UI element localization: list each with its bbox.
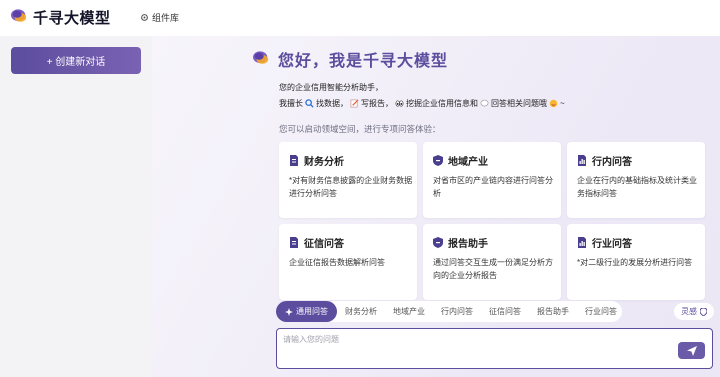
tab-credit-qa[interactable]: 征信问答	[481, 301, 529, 322]
domain-subtitle: 您可以启动领域空间，进行专项问答体验：	[279, 124, 441, 134]
document-icon	[290, 237, 298, 248]
smile-icon	[549, 99, 558, 108]
card-regional-industry[interactable]: 地域产业 对省市区的产业链内容进行问答分析	[423, 142, 561, 218]
domain-tabs: 通用问答 财务分析 地域产业 行内问答 征信问答 报告助手 行业问答	[276, 301, 622, 322]
app-title: 千寻大模型	[33, 10, 111, 27]
chart-doc-icon	[578, 155, 586, 166]
tab-industry-qa[interactable]: 行业问答	[577, 301, 625, 322]
components-link[interactable]: 组件库	[140, 11, 179, 24]
main-area: 您好，我是千寻大模型 您的企业信用智能分析助手， 我擅长 找数据， 写报告， 挖…	[152, 36, 720, 377]
tab-regional-industry[interactable]: 地域产业	[385, 301, 433, 322]
app-logo-icon	[11, 9, 27, 22]
greeting-title: 您好，我是千寻大模型	[278, 53, 449, 70]
card-desc: 通过问答交互生成一份满足分析方向的企业分析报告	[433, 258, 553, 280]
card-desc: 企业征信报告数据解析问答	[289, 258, 385, 267]
card-title: 征信问答	[304, 239, 344, 250]
card-title: 报告助手	[448, 239, 488, 250]
card-credit-qa[interactable]: 征信问答 企业征信报告数据解析问答	[279, 224, 417, 300]
shield-icon	[433, 237, 443, 248]
inspire-button[interactable]: 灵感	[674, 303, 714, 320]
intro-seg-5: ~	[560, 99, 565, 108]
card-desc: *对二级行业的发展分析进行问答	[577, 258, 693, 267]
components-label: 组件库	[152, 13, 180, 23]
tab-report-assistant[interactable]: 报告助手	[529, 301, 577, 322]
memo-icon	[350, 99, 359, 108]
question-input[interactable]	[283, 335, 663, 344]
sparkle-icon	[285, 307, 293, 316]
intro-line-2: 我擅长 找数据， 写报告， 挖掘企业信用信息和 回答相关问题哦 ~	[279, 98, 565, 109]
card-desc: *对有财务信息披露的企业财务数据进行分析问答	[289, 176, 413, 198]
intro-seg-2: 写报告，	[361, 99, 393, 108]
tab-inbank-qa[interactable]: 行内问答	[433, 301, 481, 322]
new-chat-button[interactable]: + 创建新对话	[11, 47, 141, 74]
tab-finance[interactable]: 财务分析	[337, 301, 385, 322]
card-report-assistant[interactable]: 报告助手 通过问答交互生成一份满足分析方向的企业分析报告	[423, 224, 561, 300]
card-desc: 对省市区的产业链内容进行问答分析	[433, 176, 553, 198]
card-title: 地域产业	[448, 157, 488, 168]
card-inbank-qa[interactable]: 行内问答 企业在行内的基础指标及统计类业务指标问答	[567, 142, 705, 218]
tab-label: 通用问答	[296, 307, 328, 316]
card-desc: 企业在行内的基础指标及统计类业务指标问答	[577, 176, 697, 198]
top-bar: 千寻大模型 组件库	[0, 0, 720, 36]
card-title: 行内问答	[592, 157, 632, 168]
intro-seg-0: 我擅长	[279, 99, 303, 108]
inspire-label: 灵感	[681, 307, 697, 316]
intro-line-1: 您的企业信用智能分析助手，	[279, 83, 383, 92]
magnifier-icon	[305, 99, 314, 108]
document-icon	[290, 155, 298, 166]
sidebar: + 创建新对话	[0, 36, 152, 377]
gear-icon	[141, 14, 148, 21]
question-input-box	[276, 328, 713, 369]
shield-icon	[433, 155, 443, 166]
card-title: 财务分析	[304, 157, 344, 168]
send-button[interactable]	[678, 342, 705, 359]
intro-seg-4: 回答相关问题哦	[491, 99, 547, 108]
card-industry-qa[interactable]: 行业问答 *对二级行业的发展分析进行问答	[567, 224, 705, 300]
eyes-icon	[395, 99, 404, 108]
assistant-logo-icon	[253, 51, 269, 64]
intro-seg-1: 找数据，	[316, 99, 348, 108]
card-finance[interactable]: 财务分析 *对有财务信息披露的企业财务数据进行分析问答	[279, 142, 417, 218]
tab-general-qa[interactable]: 通用问答	[276, 301, 337, 322]
chart-doc-icon	[578, 237, 586, 248]
bubble-icon	[480, 99, 489, 108]
send-icon	[686, 345, 697, 356]
card-title: 行业问答	[592, 239, 632, 250]
location-pin-icon	[700, 307, 707, 316]
intro-seg-3: 挖掘企业信用信息和	[406, 99, 478, 108]
